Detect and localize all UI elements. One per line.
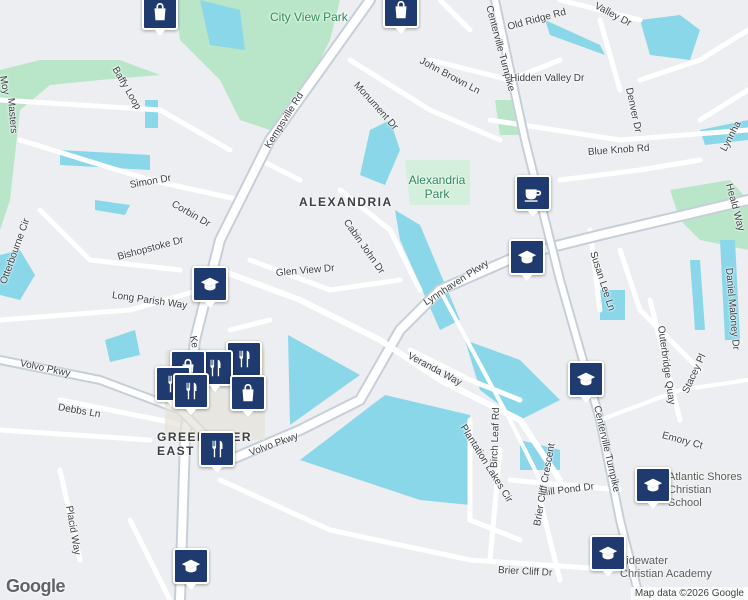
graduation-cap-icon [575, 368, 597, 390]
poi-label-atlantic-shores-line1: Atlantic Shores [668, 471, 742, 483]
park-label-alexandria[interactable]: Alexandria Park [402, 173, 472, 201]
poi-label-atlantic-shores-line2: Christian School [668, 484, 712, 509]
marker-shopping-top-center[interactable] [383, 0, 419, 34]
marker-restaurant-cluster-4[interactable] [173, 373, 209, 415]
marker-shopping-top-left[interactable] [142, 0, 178, 36]
graduation-cap-icon [642, 474, 664, 496]
graduation-cap-icon [597, 542, 619, 564]
map-canvas[interactable]: ALEXANDRIA GREENBRIER EAST City View Par… [0, 0, 748, 600]
coffee-cup-icon [522, 182, 544, 204]
marker-shopping-cluster-2[interactable] [230, 375, 266, 417]
shopping-bag-icon [149, 1, 171, 23]
street-label-hidden-valley-dr: Hidden Valley Dr [510, 73, 585, 84]
poi-label-tidewater[interactable]: Tidewater Christian Academy [620, 555, 712, 581]
graduation-cap-icon [180, 555, 202, 577]
fork-knife-icon [233, 348, 255, 370]
graduation-cap-icon [516, 246, 538, 268]
park-label-city-view[interactable]: City View Park [270, 10, 348, 24]
golf-course-area [0, 60, 160, 230]
marker-school-bottom[interactable] [173, 548, 209, 590]
map-attribution[interactable]: Map data ©2026 Google [630, 587, 748, 600]
graduation-cap-icon [199, 273, 221, 295]
marker-school-centerville[interactable] [568, 361, 604, 403]
shopping-bag-icon [390, 0, 412, 21]
marker-school-tidewater[interactable] [590, 535, 626, 577]
fork-knife-icon [180, 380, 202, 402]
google-logo[interactable]: Google [6, 576, 66, 597]
street-label-kempsville-rd-lower: Ke [187, 334, 201, 349]
marker-school-lynnhaven[interactable] [509, 239, 545, 281]
poi-label-tidewater-line2: Christian Academy [620, 568, 712, 580]
poi-label-atlantic-shores[interactable]: Atlantic Shores Christian School [668, 471, 748, 510]
marker-school-bishopstoke[interactable] [192, 266, 228, 308]
shopping-bag-icon [237, 382, 259, 404]
marker-coffee[interactable] [515, 175, 551, 217]
marker-school-atlantic-shores[interactable] [635, 467, 671, 509]
street-label-birch-leaf-rd: Birch Leaf Rd [489, 407, 503, 469]
area-label-alexandria: ALEXANDRIA [299, 195, 393, 209]
poi-label-tidewater-line1: Tidewater [620, 555, 668, 567]
fork-knife-icon [206, 438, 228, 460]
marker-restaurant-greenbrier[interactable] [199, 431, 235, 473]
